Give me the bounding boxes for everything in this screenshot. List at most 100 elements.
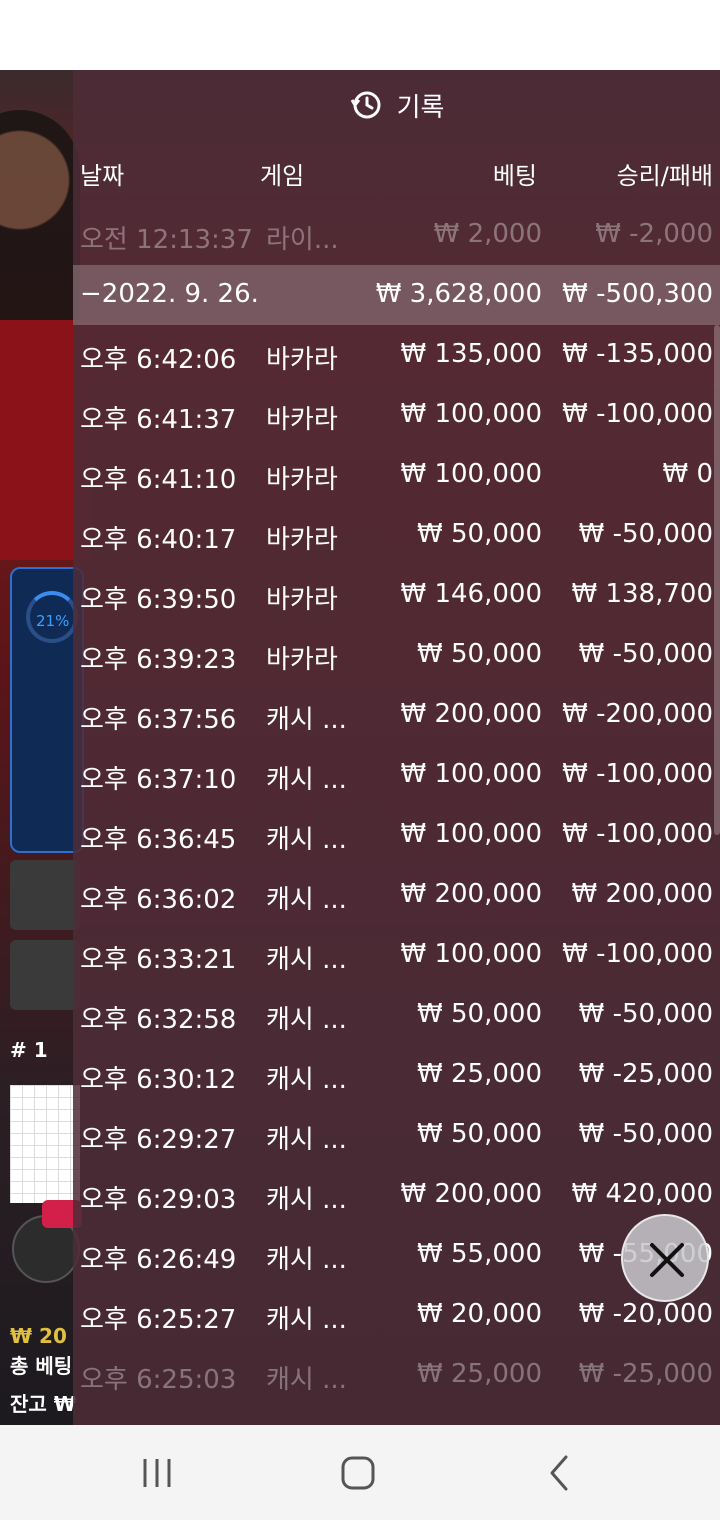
row-bet: ₩ 3,628,000 [375, 279, 542, 309]
row-date: 오후 6:37:10 [80, 765, 237, 795]
row-game: 바카라 [266, 645, 338, 675]
balance-label: 잔고 ₩ [10, 1392, 76, 1416]
row-date: −2022. 9. 26. [80, 279, 259, 309]
row-result: ₩ 200,000 [571, 879, 714, 909]
row-date: 오후 6:32:58 [80, 1005, 237, 1035]
history-panel: 기록 날짜 게임 베팅 승리/패배 오전 12:13:37 라이... ₩ 2,00… [73, 70, 720, 1425]
row-bet: ₩ 100,000 [400, 939, 543, 969]
row-bet: ₩ 25,000 [417, 1359, 542, 1389]
row-bet: ₩ 2,000 [433, 219, 542, 249]
history-row[interactable]: 오후 6:25:27 캐시 ... ₩ 20,000 ₩ -20,000 [73, 1285, 720, 1345]
col-result: 승리/패배 [616, 162, 713, 190]
row-bet: ₩ 100,000 [400, 759, 543, 789]
row-date: 오전 12:13:37 [80, 225, 253, 255]
row-date: 오후 6:26:49 [80, 1245, 237, 1275]
row-game: 캐시 ... [266, 765, 347, 795]
row-game: 캐시 ... [266, 1065, 347, 1095]
history-row[interactable]: 오후 6:36:02 캐시 ... ₩ 200,000 ₩ 200,000 [73, 865, 720, 925]
row-game: 캐시 ... [266, 1305, 347, 1335]
history-row[interactable]: 오후 6:29:27 캐시 ... ₩ 50,000 ₩ -50,000 [73, 1105, 720, 1165]
row-result: ₩ -100,000 [562, 819, 713, 849]
history-row[interactable]: 오후 6:25:03 캐시 ... ₩ 25,000 ₩ -25,000 [73, 1345, 720, 1405]
row-game: 바카라 [266, 465, 338, 495]
row-result: ₩ 0 [662, 459, 713, 489]
home-button[interactable] [328, 1453, 388, 1493]
close-button[interactable] [621, 1214, 709, 1302]
history-row[interactable]: 오후 6:29:03 캐시 ... ₩ 200,000 ₩ 420,000 [73, 1165, 720, 1225]
row-game: 라이... [266, 225, 339, 255]
row-date: 오후 6:41:37 [80, 405, 237, 435]
col-bet: 베팅 [492, 162, 537, 190]
row-date: 오후 6:36:02 [80, 885, 237, 915]
row-result: ₩ -100,000 [562, 399, 713, 429]
row-date: 오후 6:36:45 [80, 825, 237, 855]
row-date: 오후 6:30:12 [80, 1065, 237, 1095]
back-icon [550, 1455, 568, 1491]
player-bet-button[interactable] [10, 860, 80, 930]
history-row[interactable]: 오전 12:13:37 라이... ₩ 2,000 ₩ -2,000 [73, 205, 720, 265]
row-result: ₩ -100,000 [562, 759, 713, 789]
history-row[interactable]: 오후 6:41:37 바카라 ₩ 100,000 ₩ -100,000 [73, 385, 720, 445]
player-pair-button[interactable] [10, 940, 80, 1010]
row-bet: ₩ 100,000 [400, 399, 543, 429]
row-game: 캐시 ... [266, 705, 347, 735]
row-result: ₩ 420,000 [571, 1179, 714, 1209]
row-game: 캐시 ... [266, 1185, 347, 1215]
row-result: ₩ -50,000 [578, 999, 713, 1029]
row-bet: ₩ 25,000 [417, 1059, 542, 1089]
row-game: 캐시 ... [266, 1125, 347, 1155]
row-result: ₩ -2,000 [595, 219, 713, 249]
close-icon [650, 1243, 684, 1277]
history-row[interactable]: 오후 6:42:06 바카라 ₩ 135,000 ₩ -135,000 [73, 325, 720, 385]
row-game: 바카라 [266, 585, 338, 615]
history-row[interactable]: 오후 6:32:58 캐시 ... ₩ 50,000 ₩ -50,000 [73, 985, 720, 1045]
row-game: 바카라 [266, 525, 338, 555]
history-title: 기록 [396, 92, 445, 123]
date-group-row[interactable]: −2022. 9. 26. ₩ 3,628,000 ₩ -500,300 [73, 265, 720, 325]
row-bet: ₩ 100,000 [400, 459, 543, 489]
row-bet: ₩ 146,000 [400, 579, 543, 609]
history-row[interactable]: 오후 6:33:21 캐시 ... ₩ 100,000 ₩ -100,000 [73, 925, 720, 985]
history-row[interactable]: 오후 6:37:10 캐시 ... ₩ 100,000 ₩ -100,000 [73, 745, 720, 805]
recent-apps-button[interactable] [127, 1453, 187, 1493]
row-bet: ₩ 50,000 [417, 519, 542, 549]
history-row[interactable]: 오후 6:36:45 캐시 ... ₩ 100,000 ₩ -100,000 [73, 805, 720, 865]
history-row[interactable]: 오후 6:30:12 캐시 ... ₩ 25,000 ₩ -25,000 [73, 1045, 720, 1105]
row-bet: ₩ 200,000 [400, 1179, 543, 1209]
row-result: ₩ -200,000 [562, 699, 713, 729]
row-result: ₩ -50,000 [578, 519, 713, 549]
row-date: 오후 6:33:21 [80, 945, 237, 975]
row-result: ₩ -100,000 [562, 939, 713, 969]
history-row[interactable]: 오후 6:37:56 캐시 ... ₩ 200,000 ₩ -200,000 [73, 685, 720, 745]
column-headers: 날짜 게임 베팅 승리/패배 [73, 140, 720, 202]
row-date: 오후 6:41:10 [80, 465, 237, 495]
row-result: ₩ 138,700 [571, 579, 714, 609]
history-row[interactable]: 오후 6:41:10 바카라 ₩ 100,000 ₩ 0 [73, 445, 720, 505]
row-game: 바카라 [266, 345, 338, 375]
row-bet: ₩ 200,000 [400, 879, 543, 909]
recent-apps-icon [143, 1459, 171, 1487]
row-result: ₩ -50,000 [578, 1119, 713, 1149]
home-icon [341, 1456, 375, 1490]
row-date: 오후 6:42:06 [80, 345, 237, 375]
bet-amount-text: ₩ 20 [10, 1324, 67, 1348]
history-row[interactable]: 오후 6:40:17 바카라 ₩ 50,000 ₩ -50,000 [73, 505, 720, 565]
scrollbar[interactable] [714, 325, 720, 835]
row-result: ₩ -50,000 [578, 639, 713, 669]
row-game: 캐시 ... [266, 1365, 347, 1395]
row-date: 오후 6:29:03 [80, 1185, 237, 1215]
history-header: 기록 [73, 70, 720, 140]
row-bet: ₩ 50,000 [417, 999, 542, 1029]
row-date: 오후 6:39:50 [80, 585, 237, 615]
back-button[interactable] [530, 1453, 590, 1493]
row-bet: ₩ 200,000 [400, 699, 543, 729]
history-row[interactable]: 오후 6:39:50 바카라 ₩ 146,000 ₩ 138,700 [73, 565, 720, 625]
row-game: 캐시 ... [266, 1245, 347, 1275]
scoreboard [10, 1085, 80, 1203]
row-date: 오후 6:25:03 [80, 1365, 237, 1395]
history-icon [350, 91, 381, 119]
col-date: 날짜 [80, 162, 125, 190]
row-date: 오후 6:25:27 [80, 1305, 237, 1335]
history-row[interactable]: 오후 6:39:23 바카라 ₩ 50,000 ₩ -50,000 [73, 625, 720, 685]
progress-percent: 21% [36, 612, 70, 630]
